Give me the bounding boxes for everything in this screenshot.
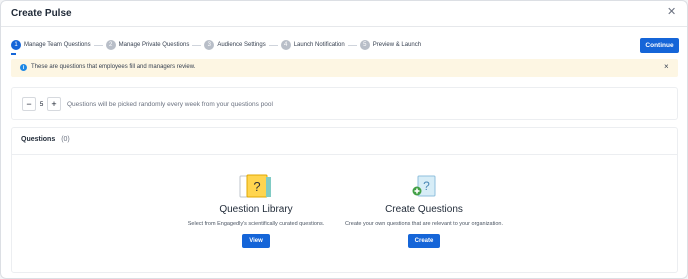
svg-text:?: ? <box>423 179 430 193</box>
decrement-button[interactable]: − <box>22 97 36 111</box>
create-questions-description: Create your own questions that are relev… <box>344 221 504 227</box>
banner-close-icon[interactable]: × <box>664 63 669 71</box>
stepper: 1 Manage Team Questions 2 Manage Private… <box>11 38 421 52</box>
step-number: 4 <box>280 40 291 50</box>
step-manage-team-questions[interactable]: 1 Manage Team Questions <box>11 40 91 50</box>
create-questions-option: ? Create Questions Create your own quest… <box>334 173 514 248</box>
step-connector <box>192 44 202 46</box>
step-connector <box>93 44 103 46</box>
step-label: Audience Settings <box>217 42 266 48</box>
step-connector <box>268 44 278 46</box>
info-icon: i <box>20 64 27 71</box>
increment-button[interactable]: + <box>47 97 61 111</box>
create-questions-title: Create Questions <box>385 204 463 215</box>
question-library-title: Question Library <box>219 204 293 215</box>
step-label: Launch Notification <box>293 42 345 48</box>
quantity-description: Questions will be picked randomly every … <box>67 100 273 108</box>
step-audience-settings[interactable]: 3 Audience Settings <box>204 40 266 50</box>
step-connector <box>347 44 357 46</box>
question-library-option: ? Question Library Select from Engagedly… <box>166 173 346 248</box>
svg-text:?: ? <box>253 179 260 194</box>
step-number: 3 <box>204 40 215 50</box>
question-library-icon: ? <box>239 174 271 198</box>
questions-header: Questions (0) <box>12 128 677 155</box>
continue-button[interactable]: Continue <box>640 38 679 53</box>
quantity-stepper: − 5 + Questions will be picked randomly … <box>22 96 273 112</box>
modal-header: Create Pulse ✕ <box>1 1 687 27</box>
step-manage-private-questions[interactable]: 2 Manage Private Questions <box>105 40 190 50</box>
close-icon[interactable]: ✕ <box>667 7 676 18</box>
step-launch-notification[interactable]: 4 Launch Notification <box>280 40 345 50</box>
questions-title: Questions (0) <box>21 136 70 143</box>
questions-title-text: Questions <box>21 136 56 143</box>
questions-card: Questions (0) ? Question Library Select … <box>11 127 678 273</box>
info-banner: i These are questions that employees fil… <box>11 59 678 77</box>
step-label: Preview & Launch <box>372 42 422 48</box>
step-number: 2 <box>105 40 116 50</box>
active-step-indicator <box>11 53 16 55</box>
create-pulse-modal: Create Pulse ✕ 1 Manage Team Questions 2… <box>0 0 688 279</box>
view-button[interactable]: View <box>242 234 270 248</box>
step-label: Manage Private Questions <box>118 42 190 48</box>
step-number: 5 <box>359 40 370 50</box>
create-question-icon: ? <box>412 175 436 197</box>
questions-count: (0) <box>61 136 70 143</box>
question-quantity-card: − 5 + Questions will be picked randomly … <box>11 87 678 120</box>
create-button[interactable]: Create <box>408 234 440 248</box>
banner-text: These are questions that employees fill … <box>31 64 196 70</box>
question-library-description: Select from Engagedly's scientifically c… <box>187 221 325 227</box>
modal-title: Create Pulse <box>11 8 72 19</box>
step-number: 1 <box>11 40 21 50</box>
quantity-value[interactable]: 5 <box>36 101 47 108</box>
step-label: Manage Team Questions <box>24 42 91 48</box>
step-preview-launch[interactable]: 5 Preview & Launch <box>359 40 422 50</box>
